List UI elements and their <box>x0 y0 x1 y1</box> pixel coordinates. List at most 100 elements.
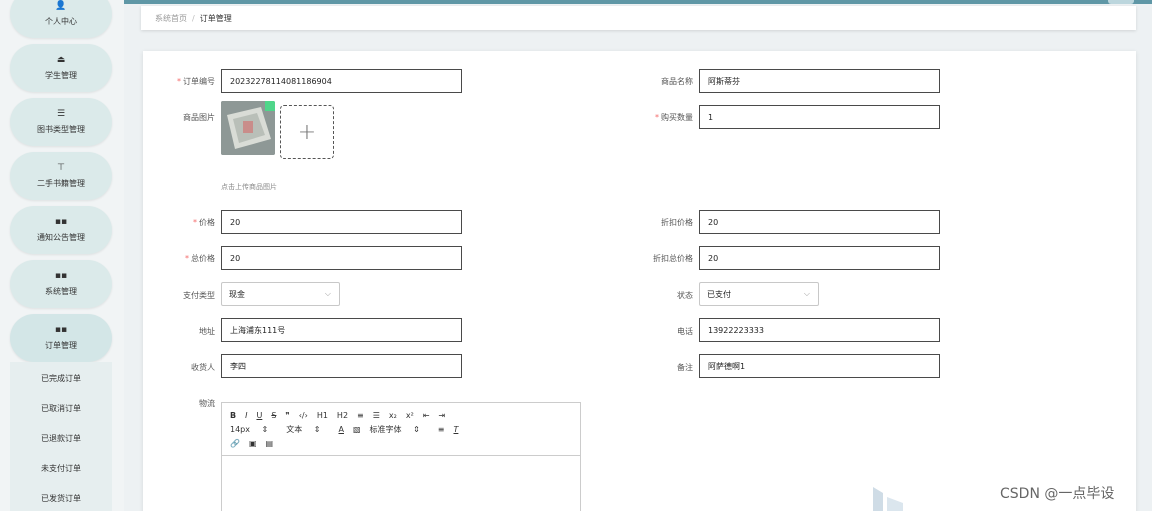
phone-input[interactable]: 13922223333 <box>699 318 940 342</box>
breadcrumb: 系统首页 / 订单管理 <box>141 6 1136 30</box>
sidebar-item-book-types[interactable]: ☰ 图书类型管理 <box>10 98 112 146</box>
chevron-down-icon: ⌵ <box>803 289 810 298</box>
font-family-value: 标准字体 <box>369 424 402 434</box>
submenu-item-shipped[interactable]: 已发货订单 <box>10 493 112 504</box>
product-thumbnail[interactable] <box>221 101 275 155</box>
header-right-control[interactable] <box>1108 0 1134 4</box>
code-button[interactable]: ‹/› <box>299 411 308 420</box>
header-type-select[interactable]: 文本 ⇕ <box>286 424 329 435</box>
submenu-item-completed[interactable]: 已完成订单 <box>10 373 112 384</box>
italic-button[interactable]: I <box>245 411 247 420</box>
discount-price-input[interactable]: 20 <box>699 210 940 234</box>
background-color-icon[interactable]: ▧ <box>353 425 361 434</box>
quantity-label: * 购买数量 <box>655 113 693 122</box>
background-decoration <box>873 487 903 511</box>
font-family-select[interactable]: 标准字体 ⇕ <box>370 424 429 435</box>
logistics-rich-editor: B I U S ❞ ‹/› H1 H2 ≡ ☰ x₂ x² ⇤ ⇥ 14px ⇕… <box>221 402 581 511</box>
status-label: 状态 <box>677 291 693 300</box>
quantity-input[interactable]: 1 <box>699 105 940 129</box>
clear-format-icon[interactable]: T <box>454 425 459 434</box>
sidebar-item-profile[interactable]: 👤 个人中心 <box>10 0 112 38</box>
pin-icon: ⊤ <box>57 163 65 173</box>
sidebar-item-students[interactable]: ⏏ 学生管理 <box>10 44 112 92</box>
discount-total-input[interactable]: 20 <box>699 246 940 270</box>
status-select[interactable]: 已支付 ⌵ <box>699 282 819 306</box>
updown-icon: ⇕ <box>413 424 420 434</box>
image-upload-button[interactable]: + <box>280 105 334 159</box>
superscript-button[interactable]: x² <box>406 411 414 420</box>
sidebar-item-orders[interactable]: ▪▪ 订单管理 <box>10 314 112 362</box>
image-icon[interactable]: ▣ <box>249 439 257 448</box>
h2-button[interactable]: H2 <box>337 411 348 420</box>
address-label: 地址 <box>199 327 215 336</box>
sidebar-item-label: 二手书籍管理 <box>37 179 85 188</box>
product-name-label: 商品名称 <box>661 77 693 86</box>
user-icon: 👤 <box>55 1 67 11</box>
sidebar-item-notices[interactable]: ▪▪ 通知公告管理 <box>10 206 112 254</box>
submenu-item-cancelled[interactable]: 已取消订单 <box>10 403 112 414</box>
font-size-select[interactable]: 14px ⇕ <box>230 425 277 434</box>
pay-type-select[interactable]: 现金 ⌵ <box>221 282 340 306</box>
sidebar-item-label: 通知公告管理 <box>37 233 85 242</box>
strike-button[interactable]: S <box>271 411 276 420</box>
price-input[interactable]: 20 <box>221 210 462 234</box>
pay-type-value: 现金 <box>229 289 245 299</box>
submenu-item-unpaid[interactable]: 未支付订单 <box>10 463 112 474</box>
breadcrumb-separator: / <box>192 13 195 23</box>
sidebar-item-label: 个人中心 <box>45 17 77 26</box>
video-icon[interactable]: ▤ <box>266 439 274 448</box>
submenu-item-refunded[interactable]: 已退款订单 <box>10 433 112 444</box>
price-label: * 价格 <box>193 218 215 227</box>
bold-button[interactable]: B <box>230 411 236 420</box>
breadcrumb-home[interactable]: 系统首页 <box>155 13 187 24</box>
total-price-label: * 总价格 <box>185 254 215 263</box>
remark-label: 备注 <box>677 363 693 372</box>
discount-price-label: 折扣价格 <box>661 218 693 227</box>
watermark: CSDN @一点毕设 <box>1000 486 1115 502</box>
updown-icon: ⇕ <box>261 424 269 434</box>
address-input[interactable]: 上海浦东111号 <box>221 318 462 342</box>
font-color-icon[interactable]: A <box>339 425 344 434</box>
status-value: 已支付 <box>707 289 731 299</box>
editor-toolbar: B I U S ❞ ‹/› H1 H2 ≡ ☰ x₂ x² ⇤ ⇥ 14px ⇕… <box>222 403 580 456</box>
list-icon: ☰ <box>56 109 66 119</box>
sidebar-item-label: 图书类型管理 <box>37 125 85 134</box>
sidebar-item-used-books[interactable]: ⊤ 二手书籍管理 <box>10 152 112 200</box>
ordered-list-button[interactable]: ≡ <box>357 411 364 420</box>
sidebar-item-label: 学生管理 <box>45 71 77 80</box>
product-image-graphic <box>221 101 275 155</box>
order-form-card: * 订单编号 20232278114081186904 商品名称 阿斯蒂芬 商品图… <box>143 51 1136 511</box>
order-no-input[interactable]: 20232278114081186904 <box>221 69 462 93</box>
receiver-input[interactable]: 李四 <box>221 354 462 378</box>
sidebar-item-system[interactable]: ▪▪ 系统管理 <box>10 260 112 308</box>
bullet-list-button[interactable]: ☰ <box>373 411 380 420</box>
product-name-input[interactable]: 阿斯蒂芬 <box>699 69 940 93</box>
header-type-value: 文本 <box>286 424 303 434</box>
sidebar: 👤 个人中心 ⏏ 学生管理 ☰ 图书类型管理 ⊤ 二手书籍管理 ▪▪ 通知公告管… <box>0 0 124 511</box>
updown-icon: ⇕ <box>313 424 321 434</box>
discount-total-label: 折扣总价格 <box>653 254 693 263</box>
h1-button[interactable]: H1 <box>317 411 328 420</box>
grid-icon: ▪▪ <box>54 271 68 281</box>
total-price-input[interactable]: 20 <box>221 246 462 270</box>
font-size-value: 14px <box>230 424 250 434</box>
order-no-label: * 订单编号 <box>177 77 215 86</box>
underline-button[interactable]: U <box>256 411 262 420</box>
grid-icon: ▪▪ <box>54 217 68 227</box>
sidebar-item-label: 订单管理 <box>45 341 77 350</box>
subscript-button[interactable]: x₂ <box>389 411 397 420</box>
outdent-button[interactable]: ⇤ <box>423 411 430 420</box>
top-header-strip <box>0 0 1152 4</box>
sidebar-item-label: 系统管理 <box>45 287 77 296</box>
quote-button[interactable]: ❞ <box>285 411 289 420</box>
receiver-label: 收货人 <box>191 363 215 372</box>
remark-input[interactable]: 阿萨德啊1 <box>699 354 940 378</box>
briefcase-icon: ⏏ <box>56 55 66 65</box>
indent-button[interactable]: ⇥ <box>439 411 446 420</box>
phone-label: 电话 <box>677 327 693 336</box>
align-icon[interactable]: ≡ <box>438 425 445 434</box>
link-icon[interactable]: 🔗 <box>230 439 240 448</box>
orders-submenu: 已完成订单 已取消订单 已退款订单 未支付订单 已发货订单 <box>10 362 112 511</box>
grid-icon: ▪▪ <box>54 325 68 335</box>
plus-icon: + <box>297 119 317 145</box>
